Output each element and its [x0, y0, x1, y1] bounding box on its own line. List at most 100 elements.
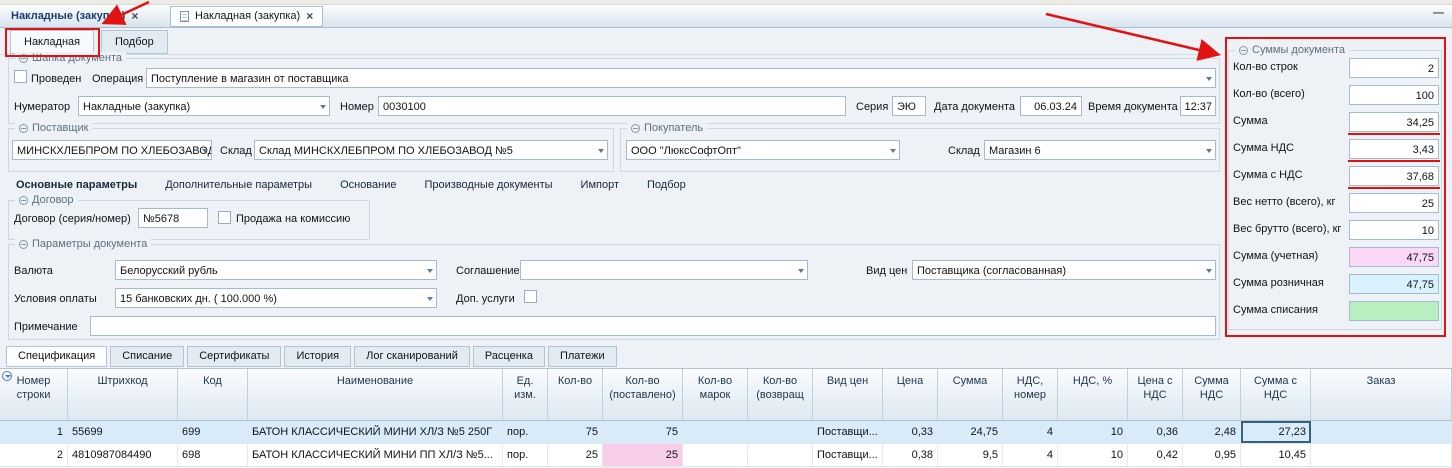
param-tab[interactable]: Основание: [326, 179, 410, 192]
tab-invoice-document[interactable]: Накладная (закупка) ×: [170, 6, 323, 27]
table-cell[interactable]: 1: [0, 421, 68, 443]
close-icon[interactable]: ×: [306, 9, 313, 23]
table-cell[interactable]: 2: [0, 444, 68, 466]
payment-terms-field[interactable]: 15 банковских дн. ( 100.000 %): [115, 288, 437, 308]
table-cell[interactable]: Поставщи...: [813, 444, 883, 466]
operation-field[interactable]: Поступление в магазин от поставщика: [146, 68, 1216, 88]
table-cell[interactable]: [748, 421, 813, 443]
sum-value-field[interactable]: 47,75: [1349, 247, 1439, 267]
sum-value-field[interactable]: 47,75: [1349, 274, 1439, 294]
close-icon[interactable]: ×: [131, 9, 138, 23]
collapse-icon[interactable]: [19, 124, 28, 133]
table-cell[interactable]: 25: [603, 444, 683, 466]
bottom-tab[interactable]: История: [284, 346, 351, 367]
contract-number-field[interactable]: №5678: [138, 208, 208, 228]
param-tab[interactable]: Основные параметры: [2, 179, 151, 192]
price-kind-field[interactable]: Поставщика (согласованная): [912, 260, 1216, 280]
table-cell[interactable]: 0,33: [883, 421, 938, 443]
table-cell[interactable]: [683, 421, 748, 443]
column-header[interactable]: Сумма с НДС: [1241, 369, 1311, 420]
column-header[interactable]: Цена с НДС: [1128, 369, 1183, 420]
supplier-warehouse-field[interactable]: Склад МИНСКХЛЕБПРОМ ПО ХЛЕБОЗАВОД №5: [254, 140, 608, 160]
note-field[interactable]: [90, 316, 1216, 336]
column-header[interactable]: Кол-во (поставлено): [603, 369, 683, 420]
table-cell[interactable]: 75: [603, 421, 683, 443]
param-tab[interactable]: Подбор: [633, 179, 700, 192]
sum-value-field[interactable]: 3,43: [1349, 139, 1439, 159]
table-cell[interactable]: пор.: [503, 444, 548, 466]
currency-field[interactable]: Белорусский рубль: [115, 260, 437, 280]
param-tab[interactable]: Дополнительные параметры: [151, 179, 326, 192]
supplier-name-field[interactable]: МИНСКХЛЕБПРОМ ПО ХЛЕБОЗАВОД №5: [12, 140, 212, 160]
column-header[interactable]: Номер строки: [0, 369, 68, 420]
series-field[interactable]: ЭЮ: [892, 96, 926, 116]
column-header[interactable]: Сумма НДС: [1183, 369, 1241, 420]
column-header[interactable]: Вид цен: [813, 369, 883, 420]
table-cell[interactable]: 0,95: [1183, 444, 1241, 466]
collapse-icon[interactable]: [19, 240, 28, 249]
bottom-tab[interactable]: Спецификация: [6, 346, 107, 367]
column-header[interactable]: НДС, номер: [1003, 369, 1058, 420]
table-cell[interactable]: БАТОН КЛАССИЧЕСКИЙ МИНИ ПП ХЛ/З №5...: [248, 444, 503, 466]
bottom-tab[interactable]: Платежи: [548, 346, 617, 367]
bottom-tab[interactable]: Списание: [110, 346, 184, 367]
services-checkbox[interactable]: [524, 290, 537, 303]
table-cell[interactable]: 24,75: [938, 421, 1003, 443]
table-cell[interactable]: 27,23: [1241, 421, 1311, 443]
param-tab[interactable]: Производные документы: [411, 179, 567, 192]
column-header[interactable]: Кол-во (возвращ: [748, 369, 813, 420]
column-header[interactable]: Наименование: [248, 369, 503, 420]
table-cell[interactable]: пор.: [503, 421, 548, 443]
number-field[interactable]: 0030100: [378, 96, 846, 116]
numerator-field[interactable]: Накладные (закупка): [78, 96, 330, 116]
sum-value-field[interactable]: 25: [1349, 193, 1439, 213]
tab-nakladnaya[interactable]: Накладная: [10, 30, 94, 54]
table-cell[interactable]: 10: [1058, 444, 1128, 466]
buyer-warehouse-field[interactable]: Магазин 6: [984, 140, 1216, 160]
column-header[interactable]: Штрихкод: [68, 369, 178, 420]
table-cell[interactable]: 10,45: [1241, 444, 1311, 466]
column-header[interactable]: Код: [178, 369, 248, 420]
tab-podbor[interactable]: Подбор: [101, 30, 168, 54]
table-cell[interactable]: 55699: [68, 421, 178, 443]
collapse-icon[interactable]: [631, 124, 640, 133]
table-row[interactable]: 24810987084490698БАТОН КЛАССИЧЕСКИЙ МИНИ…: [0, 444, 1452, 467]
column-header[interactable]: НДС, %: [1058, 369, 1128, 420]
table-cell[interactable]: [1311, 421, 1452, 443]
column-header[interactable]: Цена: [883, 369, 938, 420]
column-header[interactable]: Сумма: [938, 369, 1003, 420]
column-header[interactable]: Кол-во марок: [683, 369, 748, 420]
time-field[interactable]: 12:37: [1180, 96, 1216, 116]
table-cell[interactable]: 699: [178, 421, 248, 443]
date-field[interactable]: 06.03.24: [1020, 96, 1082, 116]
table-cell[interactable]: 0,36: [1128, 421, 1183, 443]
agreement-field[interactable]: [520, 260, 808, 280]
table-cell[interactable]: [748, 444, 813, 466]
bottom-tab[interactable]: Расценка: [473, 346, 545, 367]
table-cell[interactable]: 2,48: [1183, 421, 1241, 443]
buyer-name-field[interactable]: ООО "ЛюксСофтОпт": [626, 140, 900, 160]
collapse-icon[interactable]: [19, 54, 28, 63]
table-cell[interactable]: Поставщи...: [813, 421, 883, 443]
column-header[interactable]: Ед. изм.: [503, 369, 548, 420]
commission-checkbox[interactable]: [218, 211, 231, 224]
table-cell[interactable]: 75: [548, 421, 603, 443]
sum-value-field[interactable]: 100: [1349, 85, 1439, 105]
tab-invoices-list[interactable]: Накладные (закупки) ×: [2, 6, 147, 27]
column-header[interactable]: Заказ: [1311, 369, 1452, 420]
column-header[interactable]: Кол-во: [548, 369, 603, 420]
table-cell[interactable]: 0,38: [883, 444, 938, 466]
table-cell[interactable]: [1311, 444, 1452, 466]
table-cell[interactable]: [683, 444, 748, 466]
sum-value-field[interactable]: 37,68: [1349, 166, 1439, 186]
table-cell[interactable]: БАТОН КЛАССИЧЕСКИЙ МИНИ ХЛ/З №5 250Г: [248, 421, 503, 443]
collapse-icon[interactable]: [19, 196, 28, 205]
table-cell[interactable]: 0,42: [1128, 444, 1183, 466]
minimize-icon[interactable]: —: [1433, 7, 1444, 20]
sum-value-field[interactable]: 2: [1349, 58, 1439, 78]
sum-value-field[interactable]: [1349, 301, 1439, 321]
table-row[interactable]: 155699699БАТОН КЛАССИЧЕСКИЙ МИНИ ХЛ/З №5…: [0, 421, 1452, 444]
sum-value-field[interactable]: 10: [1349, 220, 1439, 240]
table-cell[interactable]: 9,5: [938, 444, 1003, 466]
table-cell[interactable]: 4810987084490: [68, 444, 178, 466]
